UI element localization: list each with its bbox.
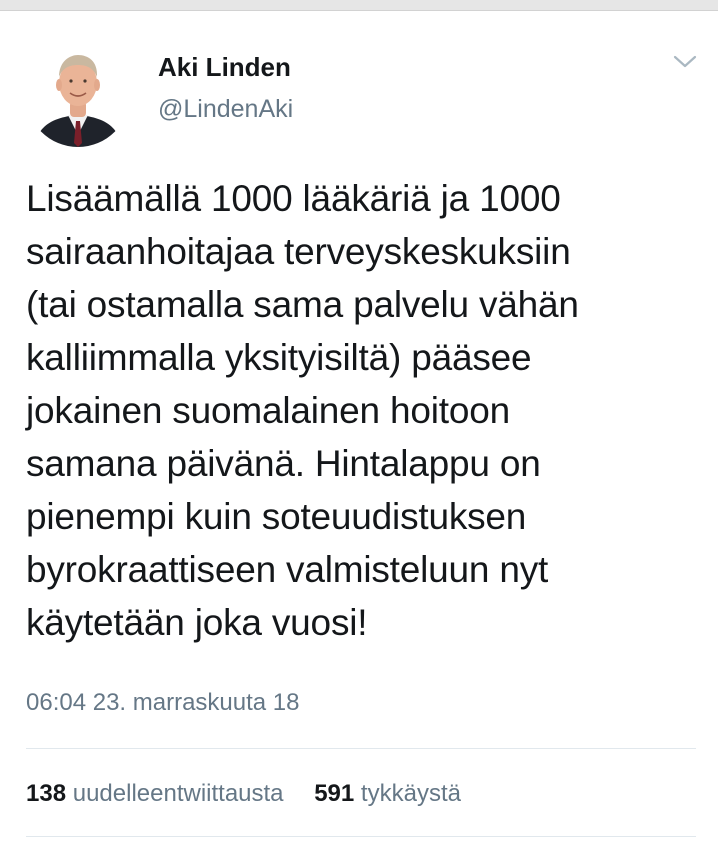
tweet-text-line: jokainen suomalainen hoitoon xyxy=(26,390,510,431)
avatar[interactable] xyxy=(26,43,130,147)
chevron-down-icon[interactable] xyxy=(672,52,698,72)
tweet-text-line: sairaanhoitajaa terveyskeskuksiin xyxy=(26,231,571,272)
likes-count: 591 xyxy=(314,780,355,807)
divider xyxy=(26,836,696,837)
retweets-count: 138 xyxy=(26,780,67,807)
tweet-text-line: samana päivänä. Hintalappu on xyxy=(26,443,541,484)
top-separator xyxy=(0,0,718,11)
person-avatar-icon xyxy=(26,43,130,147)
author-name[interactable]: Aki Linden xyxy=(158,52,291,83)
retweets-label: uudelleentwiittausta xyxy=(72,780,284,807)
retweets-stat[interactable]: 138 uudelleentwiittausta xyxy=(26,780,284,808)
likes-label: tykkäystä xyxy=(360,780,461,807)
tweet-text-line: kalliimmalla yksityisiltä) pääsee xyxy=(26,337,532,378)
tweet-text-line: (tai ostamalla sama palvelu vähän xyxy=(26,284,579,325)
tweet-timestamp[interactable]: 06:04 23. marraskuuta 18 xyxy=(26,689,300,717)
tweet-text-line: Lisäämällä 1000 lääkäriä ja 1000 xyxy=(26,178,561,219)
tweet-text: Lisäämällä 1000 lääkäriä ja 1000 sairaan… xyxy=(26,172,706,649)
tweet-text-line: pienempi kuin soteuudistuksen xyxy=(26,496,527,537)
tweet-stats: 138 uudelleentwiittausta 591 tykkäystä xyxy=(26,780,461,808)
tweet-text-line: byrokraattiseen valmisteluun nyt xyxy=(26,549,549,590)
divider xyxy=(26,748,696,749)
likes-stat[interactable]: 591 tykkäystä xyxy=(314,780,461,808)
author-handle[interactable]: @LindenAki xyxy=(158,95,293,124)
tweet-text-line: käytetään joka vuosi! xyxy=(26,602,368,643)
